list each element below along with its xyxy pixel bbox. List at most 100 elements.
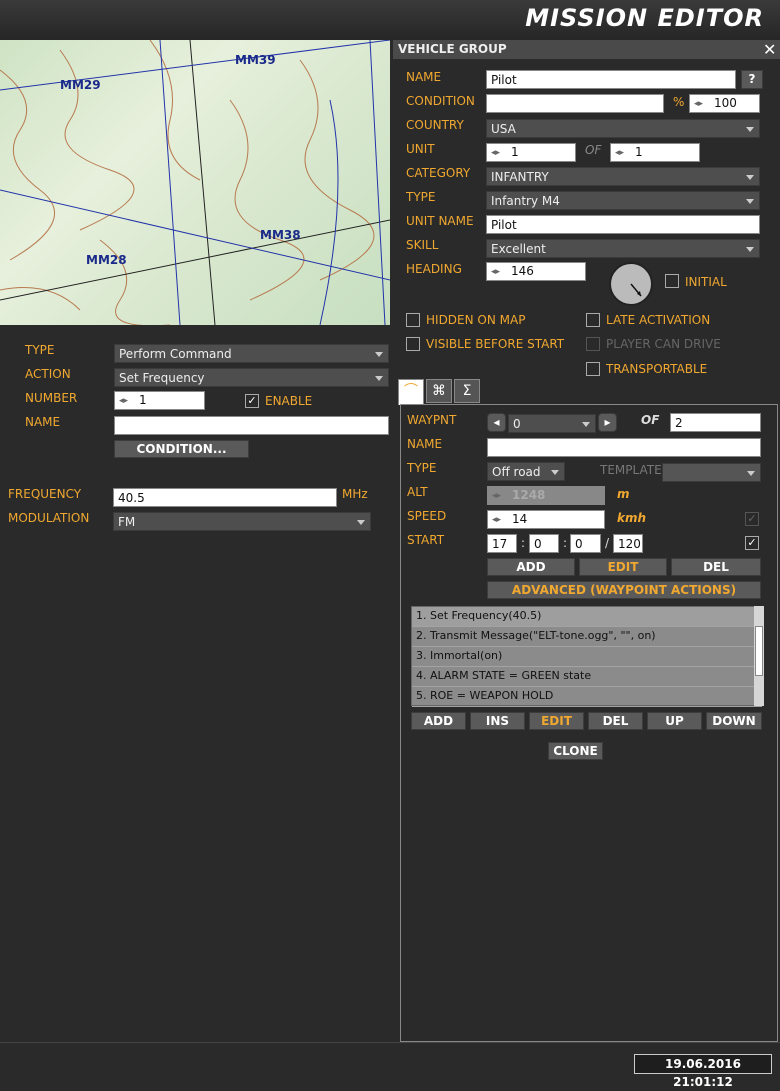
number-stepper[interactable]: 1 [114,391,205,410]
start-seconds[interactable]: 0 [570,534,601,553]
insert-action-button[interactable]: INS [470,712,525,730]
condition-input[interactable] [486,94,664,113]
edit-action-button[interactable]: EDIT [529,712,584,730]
unitname-label: UNIT NAME [406,214,474,228]
speed-label: SPEED [407,509,447,523]
enable-checkbox[interactable]: ✓ [245,394,259,408]
chevron-down-icon [746,199,754,204]
chevron-down-icon [747,471,755,476]
add-action-button[interactable]: ADD [411,712,466,730]
frequency-unit: MHz [342,487,368,501]
command-icon: ⌘ [432,383,446,399]
edit-waypoint-button[interactable]: EDIT [579,558,667,576]
start-checkbox[interactable]: ✓ [745,536,759,550]
name-input[interactable] [114,416,389,435]
initial-label: INITIAL [685,275,727,289]
player-can-drive-checkbox [586,337,600,351]
chevron-down-icon [375,376,383,381]
heading-dial[interactable] [609,262,653,306]
day-separator: / [605,536,610,550]
heading-label: HEADING [406,262,462,276]
probability-stepper[interactable]: 100 [689,94,760,113]
speed-stepper[interactable]: 14 [487,510,605,529]
list-item[interactable]: 2. Transmit Message("ELT-tone.ogg", "", … [412,627,762,647]
condition-button[interactable]: CONDITION... [114,440,249,458]
hidden-on-map-label: HIDDEN ON MAP [426,313,526,327]
heading-stepper[interactable]: 146 [486,262,586,281]
action-type-value: Perform Command [119,347,232,361]
chevron-down-icon [746,175,754,180]
type-label: TYPE [25,343,55,357]
route-icon: ⌒ [404,383,418,399]
app-title: MISSION EDITOR [525,4,764,32]
frequency-label: FREQUENCY [8,487,82,501]
map-label: MM28 [86,253,127,267]
list-item[interactable]: 5. ROE = WEAPON HOLD [412,687,762,707]
skill-value: Excellent [491,242,546,256]
next-waypoint-button[interactable]: ▸ [598,413,617,432]
list-item[interactable]: 4. ALARM STATE = GREEN state [412,667,762,687]
clone-button[interactable]: CLONE [548,742,603,760]
group-name-label: NAME [406,70,442,84]
actions-list[interactable]: 1. Set Frequency(40.5) 2. Transmit Messa… [411,606,763,707]
visible-before-start-label: VISIBLE BEFORE START [426,337,565,351]
alt-unit: m [617,487,630,501]
visible-before-start-checkbox[interactable] [406,337,420,351]
delete-action-button[interactable]: DEL [588,712,643,730]
action-select[interactable]: Set Frequency [114,368,389,387]
frequency-input[interactable]: 40.5 [113,488,337,507]
start-minutes[interactable]: 0 [529,534,559,553]
del-waypoint-button[interactable]: DEL [671,558,761,576]
close-icon[interactable]: ✕ [763,40,776,59]
skill-select[interactable]: Excellent [486,239,760,258]
list-item[interactable]: 3. Immortal(on) [412,647,762,667]
unit-of-stepper[interactable]: 1 [610,143,700,162]
late-activation-checkbox[interactable] [586,313,600,327]
start-day[interactable]: 120 [613,534,643,553]
alt-label: ALT [407,485,428,499]
help-button[interactable]: ? [741,70,763,89]
waypoint-label: WAYPNT [407,413,457,427]
list-item[interactable]: 1. Set Frequency(40.5) [412,607,762,627]
map-view[interactable]: MM29 MM39 MM38 MM28 [0,40,390,325]
advanced-actions-button[interactable]: ADVANCED (WAYPOINT ACTIONS) [487,581,761,599]
modulation-select[interactable]: FM [113,512,371,531]
transportable-checkbox[interactable] [586,362,600,376]
move-down-button[interactable]: DOWN [706,712,762,730]
unit-type-value: Infantry M4 [491,194,560,208]
alt-stepper: 1248 [487,486,605,505]
tab-route[interactable]: ⌒ [398,379,424,405]
actions-scrollbar[interactable] [754,606,764,706]
action-label: ACTION [25,367,71,381]
late-activation-label: LATE ACTIVATION [606,313,711,327]
scrollbar-thumb[interactable] [755,626,763,676]
unit-stepper[interactable]: 1 [486,143,576,162]
map-canvas[interactable] [0,40,390,325]
wp-name-label: NAME [407,437,443,451]
chevron-down-icon [551,470,559,475]
speed-unit: kmh [617,511,647,525]
action-type-select[interactable]: Perform Command [114,344,389,363]
initial-checkbox[interactable] [665,274,679,288]
category-value: INFANTRY [491,170,549,184]
map-label: MM39 [235,53,276,67]
start-hours[interactable]: 17 [487,534,517,553]
unit-type-select[interactable]: Infantry M4 [486,191,760,210]
unitname-input[interactable]: Pilot [486,215,760,234]
wp-type-label: TYPE [407,461,437,475]
tab-summary[interactable]: Σ [454,379,480,403]
wp-type-select[interactable]: Off road [487,462,565,481]
heading-arrow-icon [630,283,642,297]
group-name-input[interactable]: Pilot [486,70,736,89]
country-select[interactable]: USA [486,119,760,138]
mission-clock: 19.06.2016 21:01:12 [634,1054,772,1089]
waypoint-select[interactable]: 0 [508,414,596,433]
prev-waypoint-button[interactable]: ◂ [487,413,506,432]
tab-commands[interactable]: ⌘ [426,379,452,403]
move-up-button[interactable]: UP [647,712,702,730]
wp-name-input[interactable] [487,438,761,457]
category-select[interactable]: INFANTRY [486,167,760,186]
skill-label: SKILL [406,238,439,252]
hidden-on-map-checkbox[interactable] [406,313,420,327]
add-waypoint-button[interactable]: ADD [487,558,575,576]
